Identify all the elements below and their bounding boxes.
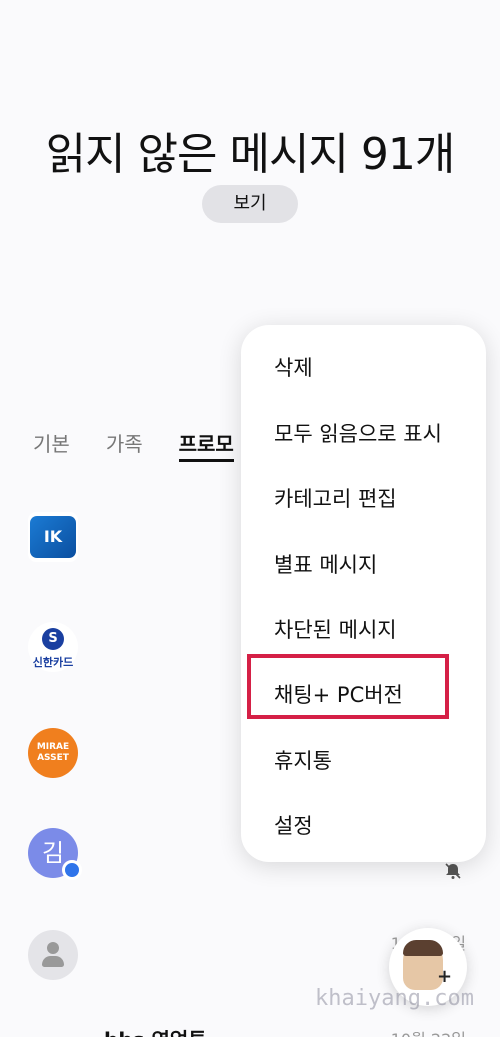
menu-item-trash[interactable]: 휴지통 bbox=[274, 745, 332, 775]
shinhan-logo-icon: S bbox=[42, 628, 64, 650]
plus-icon: + bbox=[437, 966, 453, 987]
watermark: khaiyang.com bbox=[315, 986, 474, 1011]
unread-count-title: 읽지 않은 메시지 91개 bbox=[45, 129, 456, 180]
tab-family[interactable]: 가족 bbox=[106, 428, 143, 462]
menu-item-settings[interactable]: 설정 bbox=[274, 810, 313, 840]
shinhan-logo-text: 신한카드 bbox=[32, 656, 74, 669]
avatar-initial: 김 bbox=[41, 839, 65, 867]
menu-item-mark-all-read[interactable]: 모두 읽음으로 표시 bbox=[274, 418, 442, 448]
avatar-default-person[interactable] bbox=[28, 930, 78, 980]
avatar-kim[interactable]: 김 bbox=[28, 828, 82, 880]
menu-item-edit-categories[interactable]: 카테고리 편집 bbox=[274, 483, 397, 513]
person-head-icon bbox=[47, 942, 59, 954]
muted-bell-icon bbox=[445, 863, 461, 879]
menu-item-delete[interactable]: 삭제 bbox=[274, 352, 313, 382]
highlight-box bbox=[247, 654, 449, 719]
chat-badge-icon bbox=[62, 860, 82, 880]
category-tabs: 기본 가족 프로모 bbox=[33, 428, 234, 462]
message-sender-name: bbs 영업투 bbox=[104, 1024, 207, 1037]
avatar-ibk[interactable]: IK bbox=[28, 512, 78, 562]
overflow-menu: 삭제 모두 읽음으로 표시 카테고리 편집 별표 메시지 차단된 메시지 채팅+… bbox=[241, 325, 486, 862]
avatar-hair-icon bbox=[403, 940, 443, 956]
person-body-icon bbox=[42, 956, 64, 967]
tab-basic[interactable]: 기본 bbox=[33, 428, 70, 462]
menu-item-blocked-messages[interactable]: 차단된 메시지 bbox=[274, 614, 397, 644]
avatar-mirae-asset[interactable]: MIRAE ASSET bbox=[28, 728, 78, 778]
tab-promo[interactable]: 프로모 bbox=[178, 428, 234, 462]
message-time-bottom: 10월 22일 bbox=[391, 1026, 466, 1037]
avatar-shinhan-card[interactable]: S 신한카드 bbox=[28, 622, 78, 672]
menu-item-starred-messages[interactable]: 별표 메시지 bbox=[274, 549, 377, 579]
view-button[interactable]: 보기 bbox=[202, 185, 298, 223]
ibk-logo: IK bbox=[30, 516, 76, 558]
